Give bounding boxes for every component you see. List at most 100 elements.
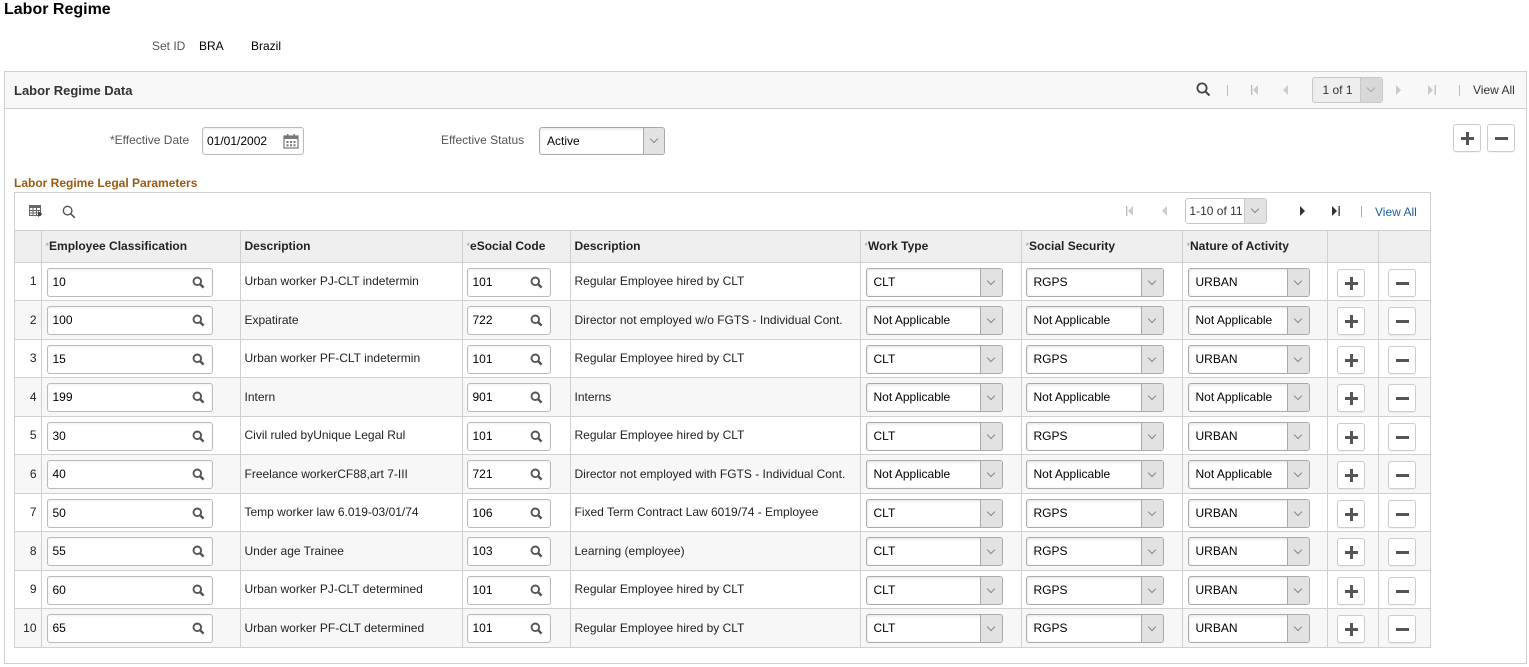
lookup-icon[interactable] bbox=[192, 545, 205, 558]
header-esocial-description[interactable]: Description bbox=[569, 231, 861, 263]
lookup-icon[interactable] bbox=[192, 391, 205, 404]
first-page-icon[interactable] bbox=[1250, 84, 1260, 96]
delete-row-button[interactable] bbox=[1387, 461, 1416, 489]
nature-of-activity-select[interactable]: Not Applicable bbox=[1187, 383, 1310, 412]
delete-effective-row-button[interactable] bbox=[1487, 124, 1515, 152]
nature-of-activity-select[interactable]: URBAN bbox=[1187, 537, 1310, 566]
nature-of-activity-select[interactable]: Not Applicable bbox=[1187, 460, 1310, 489]
social-security-select[interactable]: RGPS bbox=[1025, 614, 1164, 643]
add-row-button[interactable] bbox=[1336, 307, 1365, 335]
social-security-select[interactable]: RGPS bbox=[1025, 498, 1164, 528]
lookup-icon[interactable] bbox=[530, 353, 543, 366]
first-page-icon[interactable] bbox=[1125, 205, 1135, 217]
add-row-button[interactable] bbox=[1336, 461, 1365, 489]
employee-classification-input[interactable]: 60 bbox=[46, 575, 213, 605]
delete-row-button[interactable] bbox=[1387, 499, 1416, 528]
employee-classification-input[interactable]: 100 bbox=[46, 306, 213, 335]
delete-row-button[interactable] bbox=[1387, 615, 1416, 643]
work-type-select[interactable]: Not Applicable bbox=[865, 460, 1003, 489]
work-type-select[interactable]: Not Applicable bbox=[865, 306, 1003, 335]
esocial-code-input[interactable]: 101 bbox=[466, 575, 551, 605]
grid-pager-dropdown[interactable]: 1-10 of 11 bbox=[1185, 198, 1267, 224]
work-type-select[interactable]: CLT bbox=[865, 498, 1003, 528]
esocial-code-input[interactable]: 101 bbox=[466, 421, 551, 451]
employee-classification-input[interactable]: 40 bbox=[46, 460, 213, 489]
lookup-icon[interactable] bbox=[192, 622, 205, 635]
lookup-icon[interactable] bbox=[530, 391, 543, 404]
work-type-select[interactable]: CLT bbox=[865, 575, 1003, 605]
social-security-select[interactable]: RGPS bbox=[1025, 421, 1164, 451]
lookup-icon[interactable] bbox=[530, 584, 543, 597]
work-type-select[interactable]: CLT bbox=[865, 614, 1003, 643]
last-page-icon[interactable] bbox=[1427, 84, 1437, 96]
section-pager-dropdown[interactable]: 1 of 1 bbox=[1312, 77, 1383, 103]
esocial-code-input[interactable]: 901 bbox=[466, 383, 551, 412]
lookup-icon[interactable] bbox=[530, 314, 543, 327]
lookup-icon[interactable] bbox=[192, 353, 205, 366]
grid-view-all-link[interactable]: View All bbox=[1375, 205, 1417, 219]
lookup-icon[interactable] bbox=[192, 507, 205, 520]
esocial-code-input[interactable]: 101 bbox=[466, 614, 551, 643]
esocial-code-input[interactable]: 722 bbox=[466, 306, 551, 335]
nature-of-activity-select[interactable]: URBAN bbox=[1187, 267, 1310, 297]
add-row-button[interactable] bbox=[1336, 422, 1365, 451]
header-description[interactable]: Description bbox=[239, 231, 463, 263]
delete-row-button[interactable] bbox=[1387, 422, 1416, 451]
work-type-select[interactable]: Not Applicable bbox=[865, 383, 1003, 412]
nature-of-activity-select[interactable]: URBAN bbox=[1187, 344, 1310, 374]
header-social-security[interactable]: *Social Security bbox=[1020, 231, 1183, 263]
esocial-code-input[interactable]: 103 bbox=[466, 537, 551, 566]
add-row-button[interactable] bbox=[1336, 538, 1365, 566]
employee-classification-input[interactable]: 10 bbox=[46, 267, 213, 297]
work-type-select[interactable]: CLT bbox=[865, 267, 1003, 297]
lookup-icon[interactable] bbox=[192, 468, 205, 481]
next-page-icon[interactable] bbox=[1395, 84, 1403, 96]
add-row-button[interactable] bbox=[1336, 576, 1365, 605]
effective-status-select[interactable]: Active bbox=[539, 127, 665, 155]
view-all-link[interactable]: View All bbox=[1473, 83, 1515, 97]
social-security-select[interactable]: RGPS bbox=[1025, 575, 1164, 605]
header-employee-classification[interactable]: *Employee Classification bbox=[40, 231, 241, 263]
personalize-grid-icon[interactable] bbox=[29, 205, 43, 218]
lookup-icon[interactable] bbox=[192, 276, 205, 289]
next-page-icon[interactable] bbox=[1299, 205, 1307, 217]
add-row-button[interactable] bbox=[1336, 384, 1365, 412]
nature-of-activity-select[interactable]: Not Applicable bbox=[1187, 306, 1310, 335]
add-row-button[interactable] bbox=[1336, 499, 1365, 528]
add-row-button[interactable] bbox=[1336, 345, 1365, 374]
delete-row-button[interactable] bbox=[1387, 576, 1416, 605]
lookup-icon[interactable] bbox=[192, 430, 205, 443]
delete-row-button[interactable] bbox=[1387, 384, 1416, 412]
add-row-button[interactable] bbox=[1336, 615, 1365, 643]
add-row-button[interactable] bbox=[1336, 268, 1365, 297]
nature-of-activity-select[interactable]: URBAN bbox=[1187, 498, 1310, 528]
lookup-icon[interactable] bbox=[530, 276, 543, 289]
delete-row-button[interactable] bbox=[1387, 268, 1416, 297]
previous-page-icon[interactable] bbox=[1281, 84, 1289, 96]
delete-row-button[interactable] bbox=[1387, 538, 1416, 566]
lookup-icon[interactable] bbox=[530, 545, 543, 558]
delete-row-button[interactable] bbox=[1387, 345, 1416, 374]
add-effective-row-button[interactable] bbox=[1453, 124, 1481, 152]
lookup-icon[interactable] bbox=[192, 314, 205, 327]
header-work-type[interactable]: *Work Type bbox=[859, 231, 1022, 263]
calendar-icon[interactable] bbox=[283, 133, 299, 149]
esocial-code-input[interactable]: 721 bbox=[466, 460, 551, 489]
lookup-icon[interactable] bbox=[530, 622, 543, 635]
social-security-select[interactable]: RGPS bbox=[1025, 537, 1164, 566]
social-security-select[interactable]: RGPS bbox=[1025, 344, 1164, 374]
work-type-select[interactable]: CLT bbox=[865, 421, 1003, 451]
social-security-select[interactable]: Not Applicable bbox=[1025, 460, 1164, 489]
work-type-select[interactable]: CLT bbox=[865, 537, 1003, 566]
social-security-select[interactable]: Not Applicable bbox=[1025, 383, 1164, 412]
lookup-icon[interactable] bbox=[192, 584, 205, 597]
search-icon[interactable] bbox=[62, 205, 76, 219]
employee-classification-input[interactable]: 15 bbox=[46, 344, 213, 374]
last-page-icon[interactable] bbox=[1331, 205, 1341, 217]
employee-classification-input[interactable]: 50 bbox=[46, 498, 213, 528]
nature-of-activity-select[interactable]: URBAN bbox=[1187, 421, 1310, 451]
employee-classification-input[interactable]: 65 bbox=[46, 614, 213, 643]
employee-classification-input[interactable]: 199 bbox=[46, 383, 213, 412]
lookup-icon[interactable] bbox=[530, 430, 543, 443]
search-icon[interactable] bbox=[1196, 82, 1211, 97]
